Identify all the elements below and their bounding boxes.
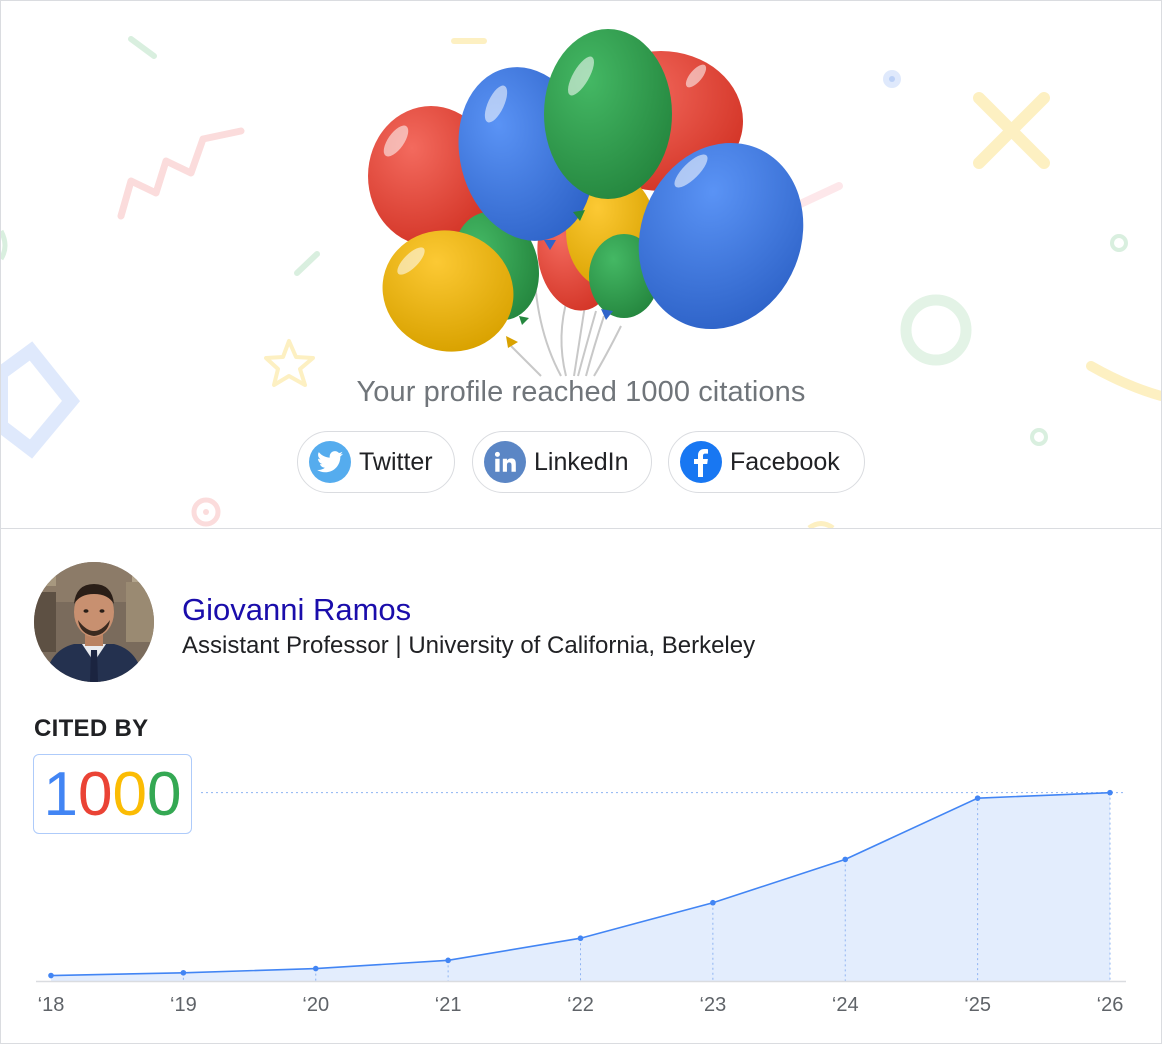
share-twitter-button[interactable]: Twitter [297,431,455,493]
milestone-message: Your profile reached 1000 citations [356,376,806,408]
chart-x-tick-label: ‘21 [435,994,462,1016]
chart-data-point [577,935,584,942]
chart-x-tick-label: ‘18 [38,994,65,1016]
chart-area-fill [51,792,1110,981]
chart-data-point [1107,789,1113,796]
chart-x-tick-label: ‘23 [700,994,727,1016]
cited-by-label: CITED BY [34,715,149,742]
chart-x-tick-label: ‘19 [170,994,197,1016]
chart-x-tick-label: ‘24 [832,994,859,1016]
avatar[interactable] [34,562,154,682]
chart-data-point [445,957,451,964]
citations-chart: ‘18 ‘19 ‘20 ‘21 ‘22 ‘23 ‘24 ‘25 ‘26 [36,789,1126,1016]
chart-data-point [710,899,716,906]
share-linkedin-button[interactable]: LinkedIn [472,431,652,493]
twitter-icon [309,441,351,483]
facebook-icon [680,441,722,483]
chart-x-tick-label: ‘25 [964,994,991,1016]
chart-x-tick-label: ‘20 [302,994,329,1016]
avatar-photo [34,562,154,682]
chart-x-tick-label: ‘26 [1097,994,1124,1016]
share-linkedin-label: LinkedIn [534,447,629,476]
linkedin-icon [484,441,526,483]
chart-data-point [312,965,319,972]
profile-affiliation: Assistant Professor | University of Cali… [182,632,756,659]
balloons-illustration [368,29,804,377]
chart-x-tick-label: ‘22 [567,994,594,1016]
chart-data-point [48,972,54,979]
chart-data-point [180,969,187,976]
share-twitter-label: Twitter [359,447,433,476]
profile-name-link[interactable]: Giovanni Ramos [182,592,411,628]
section-divider [1,528,1161,529]
chart-data-point [974,795,981,801]
celebration-banner: Your profile reached 1000 citations Twit… [1,1,1161,528]
chart-data-point [842,856,849,863]
share-facebook-button[interactable]: Facebook [668,431,865,493]
share-facebook-label: Facebook [730,447,840,476]
milestone-card: Your profile reached 1000 citations Twit… [0,0,1162,1044]
